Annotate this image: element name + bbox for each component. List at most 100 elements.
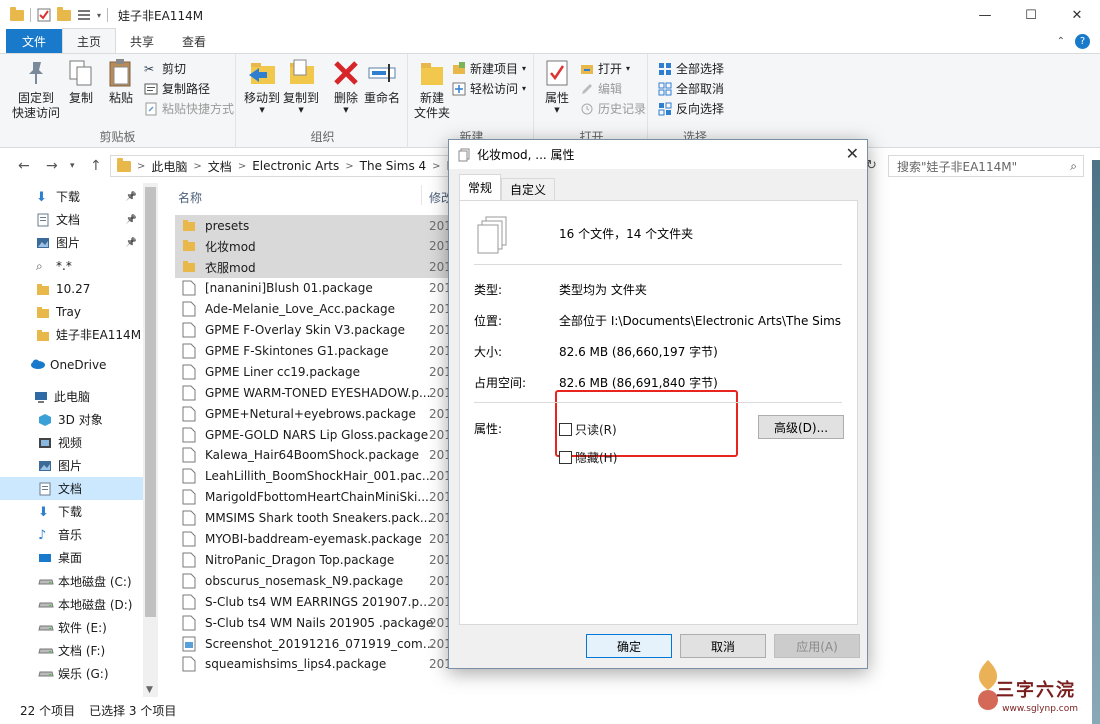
apply-button[interactable]: 应用(A) [774,634,860,658]
tab-view[interactable]: 查看 [168,29,220,53]
sidebar-item-drive[interactable]: 娱乐 (G:) [0,662,143,685]
nav-scrollbar[interactable]: ▼ [143,183,158,697]
sidebar-item-download[interactable]: ⬇ 下载 📌 [0,185,143,208]
sidebar-item-folder[interactable]: 10.27 [0,277,143,300]
properties-button[interactable]: 属性 ▼ [542,58,572,114]
sidebar-item-document[interactable]: 文档 [0,477,143,500]
readonly-checkbox[interactable]: 只读(R) [559,421,617,438]
edit-button[interactable]: 编辑 [580,80,622,97]
tab-share[interactable]: 共享 [116,29,168,53]
sidebar-item-drive[interactable]: 本地磁盘 (D:) [0,593,143,616]
sidebar-item-label: 文档 [58,482,83,496]
sidebar-item-search[interactable]: ⌕ *.* [0,254,143,277]
select-none-button[interactable]: 全部取消 [658,80,724,97]
tab-file[interactable]: 文件 [6,29,63,53]
close-button[interactable]: ✕ [1054,0,1100,30]
file-row[interactable]: presets 201 [175,215,453,236]
cut-button[interactable]: ✂ 剪切 [144,60,186,77]
navigation-pane: ▼ ⬇ 下载 📌 文档 📌 图片 📌 ⌕ *.* 10.27 Tray 娃子非EA114M OneDri… [0,183,158,697]
up-arrow-icon[interactable]: ↑ [90,158,102,174]
help-icon[interactable]: ? [1075,34,1090,49]
paste-icon [106,58,136,88]
sidebar-item-label: 视频 [58,436,83,450]
properties-check-icon[interactable] [37,8,51,22]
column-divider[interactable] [421,185,422,205]
nav-scrollbar-thumb[interactable] [145,187,156,617]
copy-path-label: 复制路径 [162,82,211,96]
breadcrumb-the-sims-4[interactable]: The Sims 4 [360,159,426,173]
cancel-button[interactable]: 取消 [680,634,766,658]
file-row[interactable]: 化妆mod 201 [175,235,453,257]
hidden-checkbox[interactable]: 隐藏(H) [559,449,617,466]
delete-button[interactable]: 删除 ▼ [331,58,361,114]
open-button[interactable]: 打开 ▾ [580,60,630,77]
tab-custom[interactable]: 自定义 [501,178,556,200]
file-icon [182,573,196,589]
checkbox-box[interactable] [559,451,572,464]
paste-button[interactable]: 粘贴 [106,58,136,106]
tab-home[interactable]: 主页 [62,28,117,53]
customize-dropdown-icon[interactable]: ▾ [97,11,101,20]
collapse-ribbon-icon[interactable]: ⌃ [1057,36,1065,47]
dialog-close-icon[interactable]: ✕ [846,144,859,163]
sidebar-item-drive[interactable]: 本地磁盘 (C:) [0,570,143,593]
sidebar-item-desktop[interactable]: 桌面 [0,546,143,569]
search-icon: ⌕ [1070,159,1077,173]
forward-arrow-icon[interactable]: → [46,158,58,174]
sidebar-item-folder[interactable]: Tray [0,300,143,323]
tab-general[interactable]: 常规 [459,174,502,200]
copy-to-label: 复制到 [283,91,320,105]
file-icon [182,489,196,505]
invert-selection-button[interactable]: 反向选择 [658,100,724,117]
new-folder-icon[interactable] [57,6,71,21]
breadcrumb-separator-icon[interactable]: > [432,161,440,172]
sidebar-item-document[interactable]: 文档 📌 [0,208,143,231]
advanced-button[interactable]: 高级(D)... [758,415,844,439]
sidebar-item-video[interactable]: 视频 [0,431,143,454]
move-to-button[interactable]: 移动到 ▼ [244,58,280,114]
easy-access-button[interactable]: 轻松访问 ▾ [452,80,526,97]
breadcrumb-documents[interactable]: 文档 [208,158,232,175]
column-header-name[interactable]: 名称 [178,189,202,206]
new-folder-label-2: 文件夹 [414,106,451,120]
sidebar-item-cube[interactable]: 3D 对象 [0,408,143,431]
checkbox-box[interactable] [559,423,572,436]
breadcrumb-separator-icon[interactable]: > [238,161,246,172]
minimize-button[interactable]: — [962,0,1008,30]
sidebar-item-cloud[interactable]: OneDrive [0,353,143,376]
ribbon-tab-right: ⌃ ? [1057,34,1090,49]
new-folder-button[interactable]: 新建 文件夹 [414,58,450,121]
breadcrumb-separator-icon[interactable]: > [193,161,201,172]
copy-button[interactable]: 复制 [66,58,96,106]
sidebar-item-drive[interactable]: 文档 (F:) [0,639,143,662]
sidebar-item-music[interactable]: ♪ 音乐 [0,523,143,546]
pin-quick-access-button[interactable]: 固定到 快速访问 [12,58,60,121]
file-row[interactable]: 衣服mod 201 [175,256,453,278]
sidebar-item-folder[interactable]: 娃子非EA114M [0,323,143,346]
sidebar-item-drive[interactable]: 软件 (E:) [0,616,143,639]
view-options-icon[interactable] [77,8,91,22]
sidebar-item-picture[interactable]: 图片 📌 [0,231,143,254]
new-item-button[interactable]: 新建项目 ▾ [452,60,526,77]
sidebar-item-picture[interactable]: 图片 [0,454,143,477]
sidebar-item-computer[interactable]: 此电脑 [0,385,143,408]
breadcrumb-separator-icon[interactable]: > [345,161,353,172]
copy-path-button[interactable]: 复制路径 [144,80,210,97]
copy-to-button[interactable]: 复制到 ▼ [283,58,319,114]
cube-icon [38,413,52,427]
organize-group-label: 组织 [310,130,335,144]
breadcrumb-this-pc[interactable]: 此电脑 [151,158,187,175]
rename-button[interactable]: 重命名 [364,58,400,106]
paste-shortcut-button[interactable]: 粘贴快捷方式 [144,100,234,117]
scroll-down-arrow-icon[interactable]: ▼ [146,685,153,695]
back-arrow-icon[interactable]: ← [18,158,30,174]
maximize-button[interactable]: ☐ [1008,0,1054,30]
history-button[interactable]: 历史记录 [580,100,646,117]
ok-button[interactable]: 确定 [586,634,672,658]
breadcrumb-separator-icon[interactable]: > [137,161,145,172]
recent-locations-chevron-icon[interactable]: ▾ [70,161,75,171]
breadcrumb-electronic-arts[interactable]: Electronic Arts [252,159,339,173]
search-input[interactable]: 搜索"娃子非EA114M" ⌕ [888,155,1084,177]
select-all-button[interactable]: 全部选择 [658,60,724,77]
sidebar-item-download[interactable]: ⬇ 下载 [0,500,143,523]
